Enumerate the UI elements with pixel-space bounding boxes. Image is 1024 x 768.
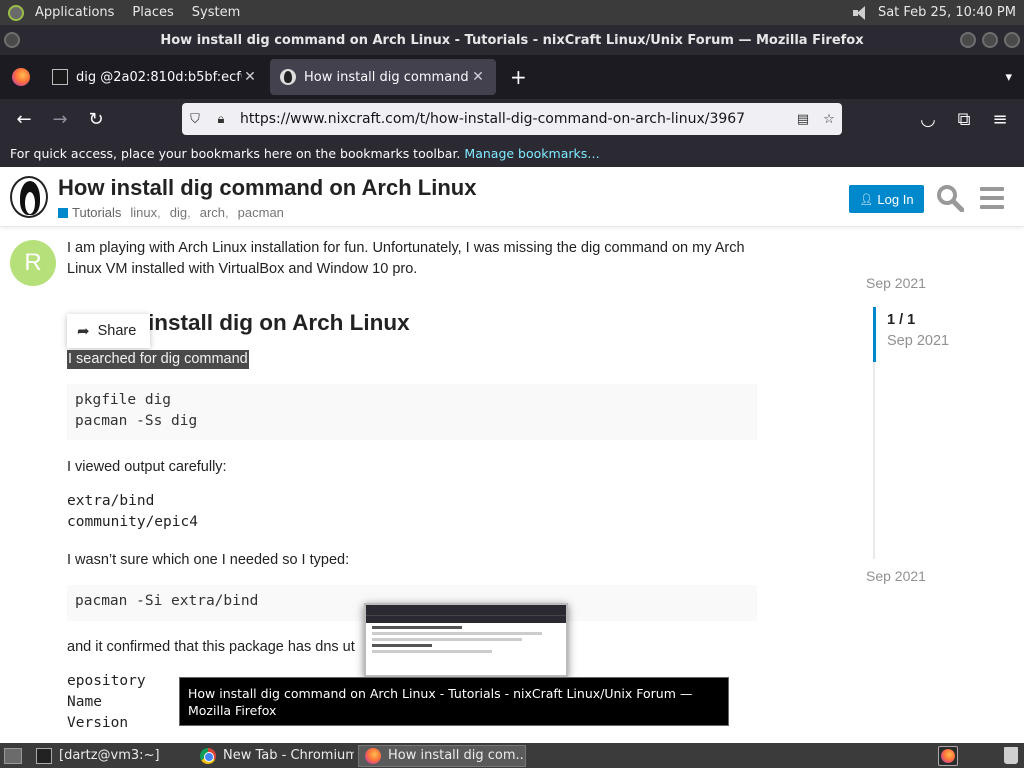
bookmark-star-icon[interactable]: ☆: [816, 112, 842, 127]
bookmarks-toolbar: For quick access, place your bookmarks h…: [0, 139, 1024, 167]
tray-firefox-icon[interactable]: [938, 746, 958, 766]
tag-link[interactable]: pacman: [238, 205, 284, 220]
url-bar[interactable]: ⛉ 🔒︎ https://www.nixcraft.com/t/how-inst…: [182, 103, 842, 135]
firefox-icon: [365, 747, 381, 764]
tracking-shield-icon[interactable]: ⛉: [182, 112, 208, 127]
tab-dig-terminal[interactable]: dig @2a02:810d:b5bf:ecf0:: ✕: [42, 59, 268, 95]
tag-link[interactable]: linux: [130, 205, 157, 220]
tag-link[interactable]: dig: [170, 205, 187, 220]
post-intro: I am playing with Arch Linux installatio…: [67, 240, 745, 277]
penguin-favicon-icon: [280, 69, 296, 85]
hamburger-icon[interactable]: [980, 187, 1004, 209]
tag-separator: ,: [225, 205, 229, 220]
post-heading: install dig on Arch Linux: [148, 310, 410, 335]
window-title-tooltip: How install dig command on Arch Linux - …: [179, 677, 729, 726]
avatar[interactable]: R: [10, 240, 56, 286]
timeline-end-date[interactable]: Sep 2021: [866, 568, 926, 584]
bookmarks-hint: For quick access, place your bookmarks h…: [10, 145, 461, 161]
chromium-icon: [200, 747, 216, 764]
login-label: Log In: [877, 191, 914, 207]
tab-nixcraft[interactable]: How install dig command on ✕: [270, 59, 496, 95]
code-block: extra/bind community/epic4: [67, 493, 198, 530]
tab-label: How install dig command on: [304, 69, 470, 85]
window-title: How install dig command on Arch Linux - …: [160, 32, 864, 48]
task-label: How install dig com...: [388, 748, 526, 763]
tab-strip: dig @2a02:810d:b5bf:ecf0:: ✕ How install…: [0, 55, 1024, 99]
reader-view-icon[interactable]: ▤: [790, 112, 816, 127]
places-menu[interactable]: Places: [123, 0, 182, 25]
show-desktop-icon[interactable]: [4, 747, 22, 764]
forward-icon[interactable]: →: [42, 103, 78, 135]
minimize-button[interactable]: [960, 32, 976, 48]
pocket-icon[interactable]: ◡: [910, 103, 946, 135]
post-paragraph: I viewed output carefully:: [67, 459, 227, 475]
code-block: pkgfile dig pacman -Ss dig: [67, 384, 757, 440]
hamburger-menu-icon[interactable]: ≡: [982, 103, 1018, 135]
new-tab-icon[interactable]: +: [498, 65, 539, 89]
maximize-button[interactable]: [982, 32, 998, 48]
selected-text: I searched for dig command: [67, 350, 249, 369]
manage-bookmarks-link[interactable]: Manage bookmarks…: [464, 146, 599, 161]
nixcraft-logo[interactable]: [10, 176, 48, 218]
share-label: Share: [97, 323, 137, 339]
window-menu-icon[interactable]: [4, 32, 20, 48]
post-paragraph: I wasn’t sure which one I needed so I ty…: [67, 552, 350, 568]
url-text[interactable]: https://www.nixcraft.com/t/how-install-d…: [240, 111, 790, 127]
timeline-start-date[interactable]: Sep 2021: [866, 275, 926, 291]
terminal-icon: [36, 747, 52, 764]
back-icon[interactable]: ←: [6, 103, 42, 135]
taskbar: [dartz@vm3:~] New Tab - Chromium How ins…: [0, 743, 1024, 768]
applications-menu[interactable]: Applications: [26, 0, 123, 25]
task-chromium[interactable]: New Tab - Chromium: [194, 745, 354, 767]
task-terminal[interactable]: [dartz@vm3:~]: [30, 745, 190, 767]
site-header: How install dig command on Arch Linux Tu…: [0, 167, 1024, 227]
user-icon: 👤︎: [859, 193, 874, 206]
category-color-badge: [58, 207, 68, 218]
category-link[interactable]: Tutorials: [72, 205, 121, 220]
firefox-view-icon[interactable]: [12, 68, 30, 86]
os-logo-icon[interactable]: [8, 4, 24, 21]
volume-icon[interactable]: [852, 5, 870, 21]
system-menu[interactable]: System: [183, 0, 249, 25]
tag-separator: ,: [187, 205, 191, 220]
window-thumbnail-preview[interactable]: [364, 603, 568, 677]
nav-toolbar: ← → ↻ ⛉ 🔒︎ https://www.nixcraft.com/t/ho…: [0, 99, 1024, 139]
trash-icon[interactable]: [1004, 747, 1018, 764]
extensions-icon[interactable]: ⧉: [946, 103, 982, 135]
window-title-bar[interactable]: How install dig command on Arch Linux - …: [0, 25, 1024, 55]
timeline-scroll-handle[interactable]: [873, 307, 876, 362]
terminal-favicon-icon: [52, 69, 68, 85]
reload-icon[interactable]: ↻: [78, 103, 114, 135]
code-block: epository Name Version: [67, 673, 146, 731]
task-label: New Tab - Chromium: [223, 748, 354, 763]
tab-label: dig @2a02:810d:b5bf:ecf0::: [76, 69, 242, 85]
close-tab-icon[interactable]: ✕: [470, 69, 486, 85]
clock[interactable]: Sat Feb 25, 10:40 PM: [878, 5, 1016, 20]
close-tab-icon[interactable]: ✕: [242, 69, 258, 85]
list-all-tabs-icon[interactable]: ▾: [1005, 70, 1012, 85]
topic-title[interactable]: How install dig command on Arch Linux: [58, 175, 476, 201]
share-icon: ➦: [77, 323, 90, 340]
timeline-progress: 1 / 1: [887, 312, 916, 328]
lock-icon[interactable]: 🔒︎: [208, 112, 234, 127]
topic-meta: Tutorials linux, dig, arch, pacman: [58, 205, 284, 220]
search-icon[interactable]: [936, 184, 964, 212]
close-window-button[interactable]: [1004, 32, 1020, 48]
tag-link[interactable]: arch: [200, 205, 225, 220]
timeline-progress-date: Sep 2021: [887, 333, 950, 349]
tag-separator: ,: [157, 205, 161, 220]
task-label: [dartz@vm3:~]: [59, 748, 160, 763]
top-panel: Applications Places System Sat Feb 25, 1…: [0, 0, 1024, 25]
login-button[interactable]: 👤︎ Log In: [849, 185, 924, 213]
task-firefox[interactable]: How install dig com...: [358, 744, 526, 767]
quote-share-button[interactable]: ➦ Share: [67, 314, 150, 348]
